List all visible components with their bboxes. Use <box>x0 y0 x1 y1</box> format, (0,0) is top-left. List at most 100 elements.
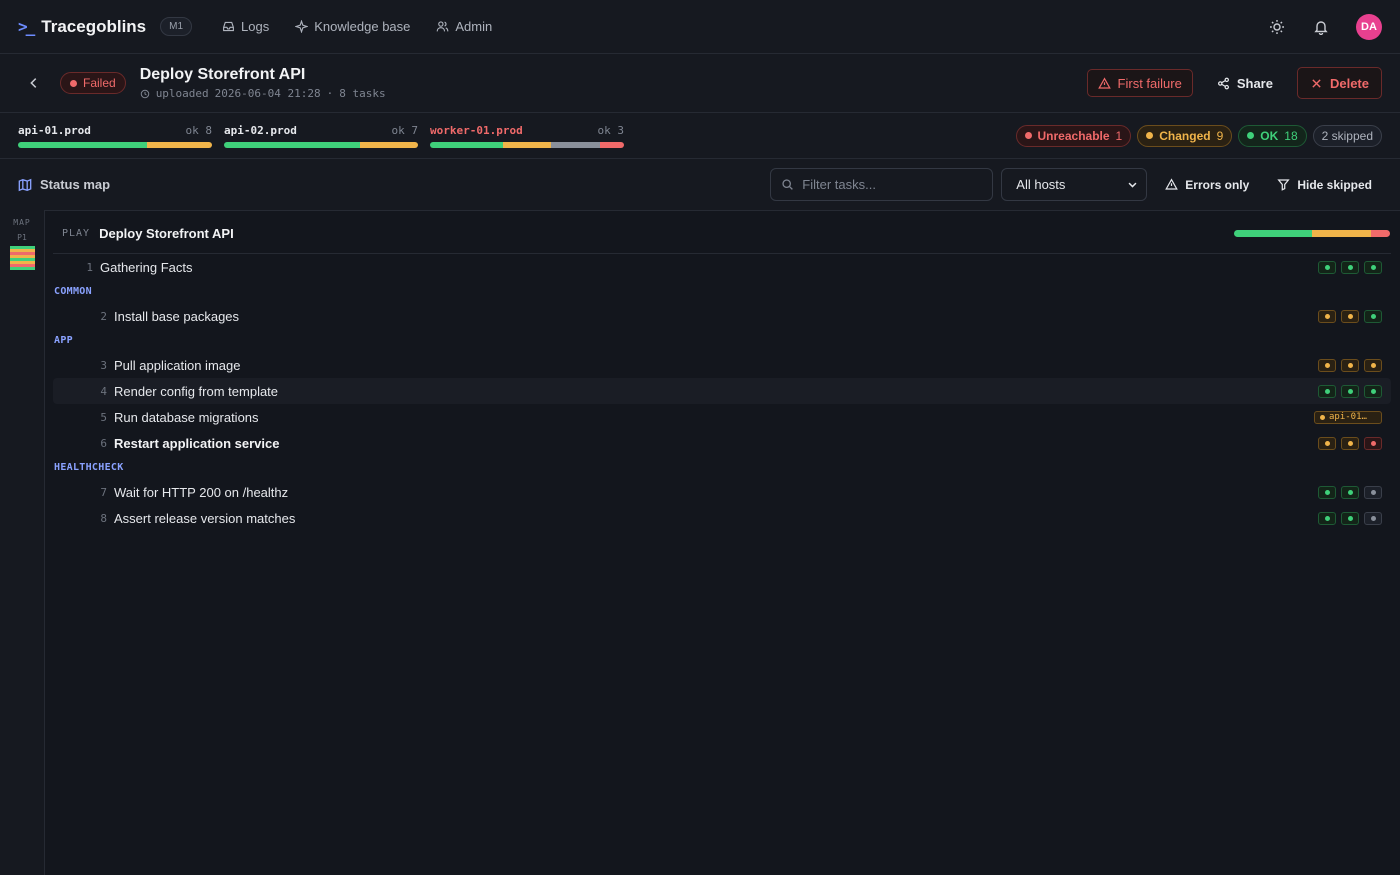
ok-dot <box>1347 388 1353 394</box>
host-result-changed[interactable] <box>1341 358 1359 372</box>
task-count: 8 tasks <box>339 87 386 100</box>
host-progress-bar <box>18 141 212 148</box>
ok-label: OK <box>1260 128 1279 143</box>
changed-dot <box>1324 313 1330 319</box>
chevron-left-icon <box>30 78 37 88</box>
inbox-icon <box>223 21 234 32</box>
changed-dot <box>1347 313 1353 319</box>
host-card[interactable]: worker-01.prod ok 3 <box>430 124 624 148</box>
task-row[interactable]: 2 Install base packages <box>53 303 1391 329</box>
version-badge: M1 <box>160 17 193 36</box>
role-label: COMMON <box>54 286 92 297</box>
play-name: Deploy Storefront API <box>99 226 234 241</box>
ok-dot <box>1324 515 1330 521</box>
task-row[interactable]: 8 Assert release version matches <box>53 505 1391 531</box>
host-ok-count: ok 3 <box>597 123 625 137</box>
nav-knowledge-base[interactable]: Knowledge base <box>295 19 410 34</box>
task-host-results <box>1318 384 1382 398</box>
status-map-toggle[interactable]: Status map <box>18 177 110 192</box>
host-result-ok[interactable] <box>1341 511 1359 525</box>
host-result-changed[interactable] <box>1341 436 1359 450</box>
host-result-ok[interactable] <box>1318 511 1336 525</box>
ok-dot <box>1324 489 1330 495</box>
task-host-results <box>1318 485 1382 499</box>
result-summary: Unreachable 1 Changed 9 OK 18 2 skipped <box>1015 124 1382 147</box>
hide-skipped-toggle[interactable]: Hide skipped <box>1267 178 1382 192</box>
changed-chip[interactable]: Changed 9 <box>1137 124 1233 147</box>
task-row[interactable]: 6 Restart application service <box>53 430 1391 456</box>
run-header: Failed Deploy Storefront API uploaded 20… <box>0 54 1400 113</box>
play-header[interactable]: PLAY Deploy Storefront API <box>53 222 1391 254</box>
hide-skipped-label: Hide skipped <box>1297 177 1372 192</box>
play-bar-segment <box>1234 230 1312 237</box>
task-number: 3 <box>100 358 107 372</box>
minimap-play-block[interactable] <box>9 246 35 270</box>
host-result-skipped[interactable] <box>1364 511 1382 525</box>
task-row[interactable]: 4 Render config from template <box>53 378 1391 404</box>
warning-icon <box>1097 76 1111 89</box>
task-row[interactable]: 3 Pull application image <box>53 352 1391 378</box>
skipped-chip[interactable]: 2 skipped <box>1312 124 1382 147</box>
host-result-ok[interactable] <box>1318 260 1336 274</box>
play-tag: PLAY <box>62 228 91 239</box>
brand[interactable]: >_ Tracegoblins M1 <box>18 17 193 37</box>
share-button[interactable]: Share <box>1203 69 1287 97</box>
host-card[interactable]: api-02.prod ok 7 <box>224 124 418 148</box>
task-row[interactable]: 5 Run database migrations api-01… <box>53 404 1391 430</box>
host-result-failed[interactable] <box>1364 436 1382 450</box>
host-result-ok[interactable] <box>1318 485 1336 499</box>
nav-admin[interactable]: Admin <box>436 19 492 34</box>
host-result-changed[interactable] <box>1364 358 1382 372</box>
host-result-changed[interactable]: api-01… <box>1314 410 1382 424</box>
host-result-changed[interactable] <box>1318 309 1336 323</box>
host-progress-bar <box>430 141 624 148</box>
theme-toggle-button[interactable] <box>1268 18 1286 36</box>
host-result-ok[interactable] <box>1318 384 1336 398</box>
task-number: 8 <box>100 511 107 525</box>
avatar[interactable]: DA <box>1356 13 1382 40</box>
task-toolbar: Status map All hosts Errors only Hide sk… <box>0 159 1400 211</box>
nav-logs-label: Logs <box>241 19 270 34</box>
filter-search[interactable] <box>770 168 994 201</box>
host-result-changed[interactable] <box>1318 358 1336 372</box>
meta-separator: · <box>326 87 334 100</box>
task-row[interactable]: 1 Gathering Facts <box>53 254 1391 280</box>
host-result-changed[interactable] <box>1341 309 1359 323</box>
ok-chip[interactable]: OK 18 <box>1238 124 1307 147</box>
host-result-ok[interactable] <box>1364 309 1382 323</box>
host-name: worker-01.prod <box>430 123 523 137</box>
host-result-changed[interactable] <box>1318 436 1336 450</box>
host-result-ok[interactable] <box>1364 260 1382 274</box>
ok-dot <box>1347 264 1353 270</box>
host-result-ok[interactable] <box>1341 384 1359 398</box>
host-result-skipped[interactable] <box>1364 485 1382 499</box>
host-ok-count: ok 7 <box>391 123 419 137</box>
host-progress-bar <box>224 141 418 148</box>
errors-only-toggle[interactable]: Errors only <box>1155 178 1259 192</box>
delete-button[interactable]: Delete <box>1296 67 1382 99</box>
back-button[interactable] <box>18 76 50 90</box>
host-result-ok[interactable] <box>1341 260 1359 274</box>
host-list: api-01.prod ok 8 api-02.prod ok 7 worker-01.… <box>18 124 624 148</box>
host-card[interactable]: api-01.prod ok 8 <box>18 124 212 148</box>
first-failure-label: First failure <box>1117 75 1182 91</box>
task-list: PLAY Deploy Storefront API 1 Gathering Fa… <box>45 210 1400 875</box>
status-minimap[interactable]: MAP P1 <box>0 210 45 875</box>
host-select[interactable]: All hosts <box>1001 168 1148 201</box>
first-failure-button[interactable]: First failure <box>1086 69 1193 97</box>
unreachable-chip[interactable]: Unreachable 1 <box>1015 124 1132 147</box>
role-label: HEALTHCHECK <box>54 462 124 473</box>
task-name: Wait for HTTP 200 on /healthz <box>114 484 289 500</box>
task-name: Assert release version matches <box>114 510 296 526</box>
task-row[interactable]: 7 Wait for HTTP 200 on /healthz <box>53 479 1391 505</box>
host-result-ok[interactable] <box>1341 485 1359 499</box>
filter-tasks-input[interactable] <box>802 177 983 192</box>
host-bar-segment <box>430 141 503 148</box>
host-result-ok[interactable] <box>1364 384 1382 398</box>
run-meta: uploaded 2026-06-04 21:28 · 8 tasks <box>140 87 386 100</box>
notifications-button[interactable] <box>1312 18 1330 36</box>
nav-logs[interactable]: Logs <box>222 19 269 34</box>
task-number: 7 <box>100 485 107 499</box>
minimap-cell <box>9 267 35 270</box>
sparkle-icon <box>295 20 309 33</box>
